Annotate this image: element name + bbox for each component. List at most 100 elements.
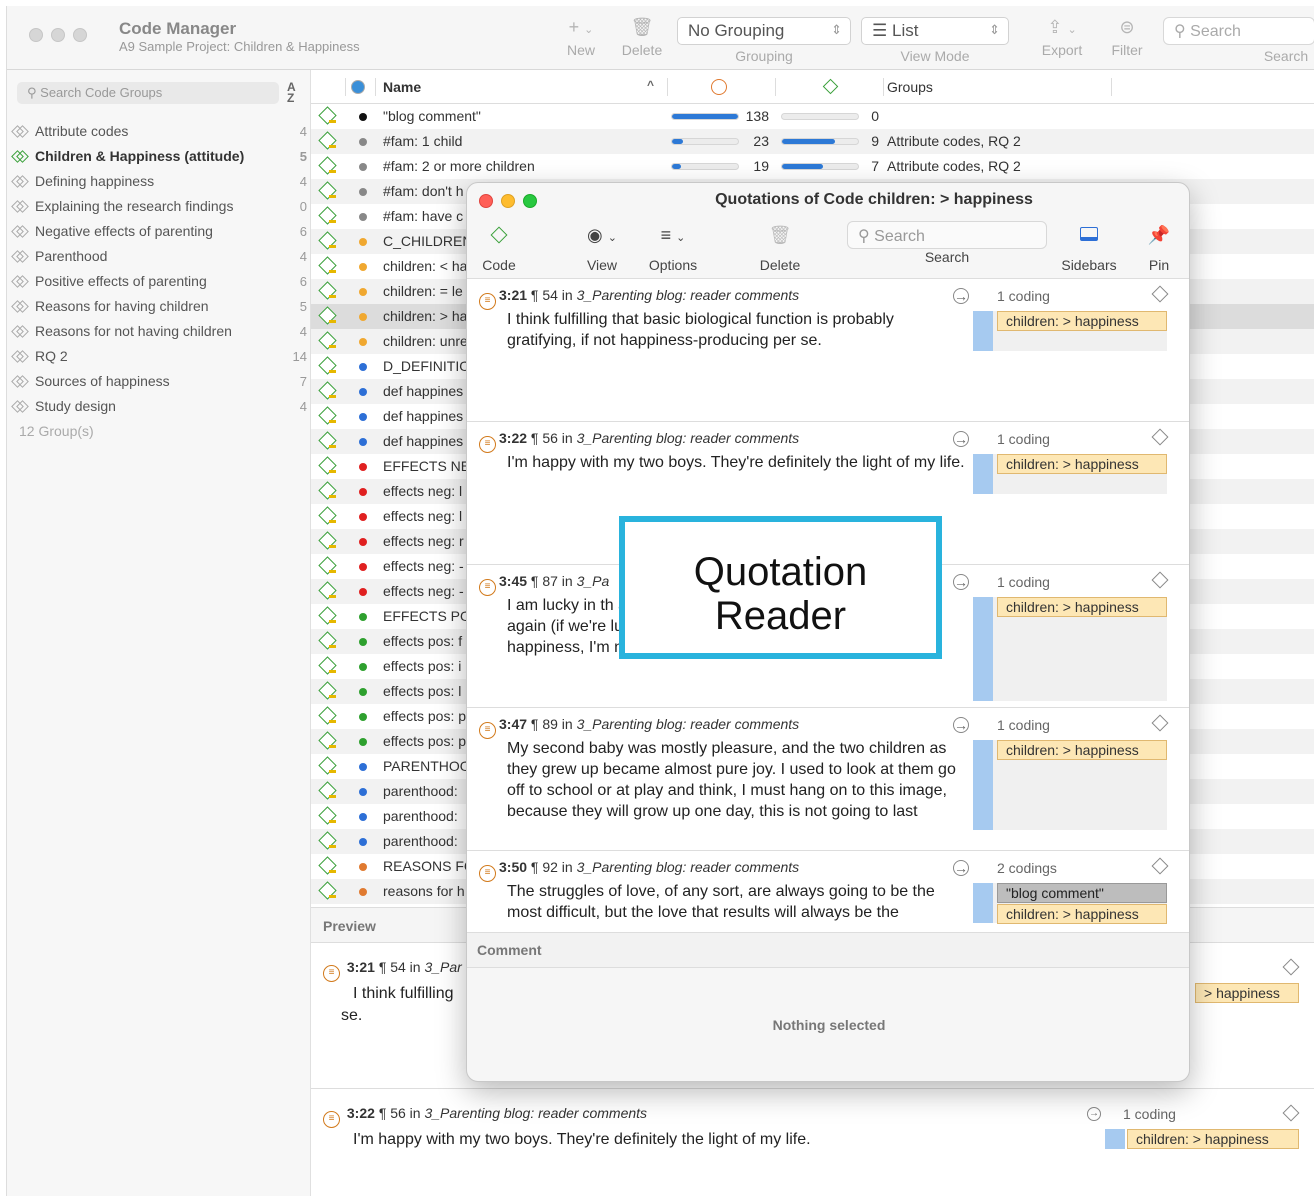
code-color-dot: [359, 813, 367, 821]
code-group-item[interactable]: Negative effects of parenting 6: [7, 219, 311, 244]
go-to-icon[interactable]: →: [953, 860, 969, 876]
code-color-dot: [359, 663, 367, 671]
groups-column-header[interactable]: Groups: [887, 79, 933, 95]
code-group-item[interactable]: Parenthood 4: [7, 244, 311, 269]
options-button[interactable]: ≡ ⌄ Options: [645, 223, 701, 273]
view-button[interactable]: ◉ ⌄ View: [579, 223, 625, 273]
code-icon[interactable]: [1151, 857, 1169, 875]
code-tag[interactable]: > happiness: [1195, 983, 1299, 1003]
density-bar: [781, 138, 859, 145]
code-color-dot: [359, 463, 367, 471]
code-color-dot: [359, 613, 367, 621]
code-tag[interactable]: children: > happiness: [997, 904, 1167, 924]
code-color-dot: [359, 338, 367, 346]
code-group-item[interactable]: Study design 4: [7, 394, 311, 419]
table-row[interactable]: "blog comment" 138 0: [311, 104, 1314, 129]
go-to-icon[interactable]: →: [953, 288, 969, 304]
quotation-icon: ≡: [479, 293, 496, 310]
zoom-button[interactable]: [73, 28, 87, 42]
code-tag[interactable]: children: > happiness: [997, 454, 1167, 474]
quotation-card[interactable]: ≡ 3:47 ¶ 89 in 3_Parenting blog: reader c…: [467, 708, 1189, 851]
code-groups-search-input[interactable]: ⚲ Search Code Groups: [17, 82, 279, 104]
code-group-item[interactable]: Positive effects of parenting 6: [7, 269, 311, 294]
table-row[interactable]: #fam: 2 or more children 19 7 Attribute cod…: [311, 154, 1314, 179]
search-icon: ⚲: [858, 228, 870, 245]
go-to-icon[interactable]: →: [953, 431, 969, 447]
code-group-item[interactable]: Children & Happiness (attitude) 5: [7, 144, 311, 169]
code-icon[interactable]: [1151, 285, 1169, 303]
quotation-bar: [671, 113, 739, 120]
reader-search-input[interactable]: ⚲ Search: [847, 221, 1047, 249]
code-color-dot: [359, 588, 367, 596]
toolbar-search-input[interactable]: ⚲ Search: [1163, 17, 1314, 45]
code-icon[interactable]: [1282, 958, 1300, 976]
go-to-icon[interactable]: →: [1087, 1107, 1101, 1121]
reader-title: Quotations of Code children: > happiness: [715, 191, 1033, 208]
code-tag[interactable]: children: > happiness: [1127, 1129, 1299, 1149]
code-group-item[interactable]: Reasons for having children 5: [7, 294, 311, 319]
code-group-item[interactable]: Sources of happiness 7: [7, 369, 311, 394]
grouping-select[interactable]: No Grouping ⇕: [677, 17, 851, 45]
go-to-icon[interactable]: →: [953, 717, 969, 733]
code-icon: [490, 226, 508, 244]
color-column-icon[interactable]: [351, 80, 365, 94]
sort-az-icon[interactable]: AZ: [287, 81, 296, 104]
export-button[interactable]: ⇪ ⌄ Export: [1037, 14, 1087, 58]
density-bar: [781, 113, 859, 120]
codes-margin: children: > happiness: [973, 740, 1167, 830]
quotations-column-icon[interactable]: [711, 79, 727, 95]
preview-item[interactable]: ≡ 3:22 ¶ 56 in 3_Parenting blog: reader …: [311, 1088, 1314, 1196]
code-tag[interactable]: children: > happiness: [997, 311, 1167, 331]
code-group-item[interactable]: Reasons for not having children 4: [7, 319, 311, 344]
updown-icon: ⇕: [989, 22, 1000, 37]
code-icon[interactable]: [1151, 428, 1169, 446]
name-column-header[interactable]: Name: [383, 79, 421, 95]
code-button[interactable]: Code: [479, 223, 519, 273]
eye-icon: ◉ ⌄: [587, 225, 617, 245]
filter-button[interactable]: ⊜ Filter: [1105, 14, 1149, 58]
code-group-item[interactable]: RQ 2 14: [7, 344, 311, 369]
pin-button[interactable]: 📌 Pin: [1141, 223, 1177, 273]
code-tag[interactable]: children: > happiness: [997, 597, 1167, 617]
go-to-icon[interactable]: →: [953, 574, 969, 590]
density-column-icon[interactable]: [822, 78, 839, 95]
codes-margin: children: > happiness: [973, 454, 1167, 494]
delete-button[interactable]: 🗑 Delete: [619, 14, 665, 58]
window-title: Code Manager: [119, 19, 237, 38]
quotation-card[interactable]: ≡ 3:50 ¶ 92 in 3_Parenting blog: reader c…: [467, 851, 1189, 932]
code-color-dot: [359, 288, 367, 296]
window-subtitle: A9 Sample Project: Children & Happiness: [119, 39, 360, 54]
code-group-item[interactable]: Attribute codes 4: [7, 119, 311, 144]
plus-icon: + ⌄: [568, 17, 594, 37]
code-icon[interactable]: [1151, 571, 1169, 589]
view-mode-select[interactable]: ☰ List ⇕: [861, 17, 1009, 45]
code-color-dot: [359, 563, 367, 571]
view-mode-label: View Mode: [900, 48, 970, 64]
table-row[interactable]: #fam: 1 child 23 9 Attribute codes, RQ 2: [311, 129, 1314, 154]
code-color-dot: [359, 388, 367, 396]
code-icon[interactable]: [1282, 1104, 1300, 1122]
quotation-icon: ≡: [479, 722, 496, 739]
code-color-dot: [359, 113, 367, 121]
code-tag[interactable]: children: > happiness: [997, 740, 1167, 760]
code-color-dot: [359, 513, 367, 521]
code-group-item[interactable]: Explaining the research findings 0: [7, 194, 311, 219]
code-group-item[interactable]: Defining happiness 4: [7, 169, 311, 194]
group-count-footer: 12 Group(s): [19, 423, 94, 439]
quotation-reader-callout: Quotation Reader: [619, 516, 942, 659]
code-color-dot: [359, 538, 367, 546]
code-color-dot: [359, 238, 367, 246]
new-button[interactable]: + ⌄ New: [559, 14, 603, 58]
minimize-button[interactable]: [51, 28, 65, 42]
code-color-dot: [359, 838, 367, 846]
code-color-dot: [359, 488, 367, 496]
code-color-dot: [359, 163, 367, 171]
close-button[interactable]: [29, 28, 43, 42]
quotation-card[interactable]: ≡ 3:21 ¶ 54 in 3_Parenting blog: reader c…: [467, 279, 1189, 422]
code-icon[interactable]: [1151, 714, 1169, 732]
trash-icon: 🗑: [630, 17, 654, 37]
code-color-dot: [359, 738, 367, 746]
sidebars-button[interactable]: Sidebars: [1059, 223, 1119, 273]
delete-button[interactable]: 🗑 Delete: [755, 223, 805, 273]
code-tag[interactable]: "blog comment": [997, 883, 1167, 903]
